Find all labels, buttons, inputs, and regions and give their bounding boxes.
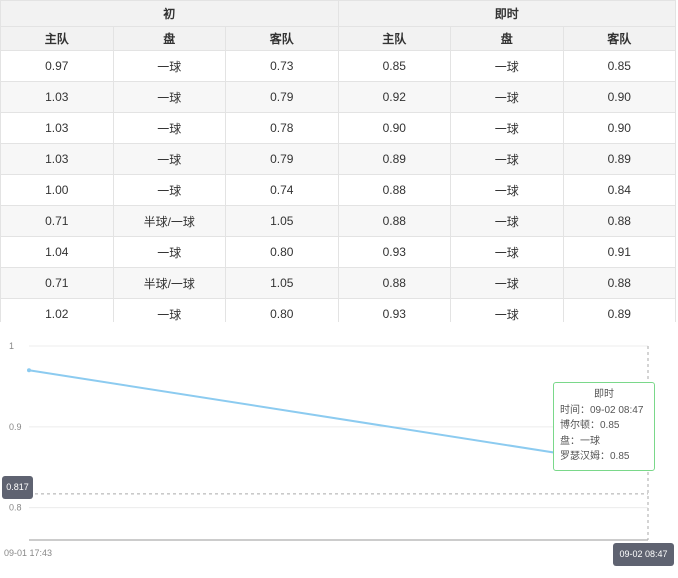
- live-away-odds: 0.84: [562, 174, 676, 206]
- col-away: 客队: [562, 26, 676, 51]
- live-away-odds: 0.85: [562, 50, 676, 82]
- live-home-odds: 0.93: [337, 236, 451, 268]
- tooltip-home: 博尔顿：0.85: [560, 420, 620, 431]
- odds-line-chart[interactable]: 1 0.9 0.8 09-01 17:43 即时 时间：09-02 08:47 博尔顿…: [0, 322, 678, 578]
- table-row: 0.71 半球/一球 1.05 0.88 一球 0.88: [0, 205, 676, 237]
- live-handicap: 一球: [450, 50, 564, 82]
- init-home-odds: 0.71: [0, 267, 114, 299]
- tooltip-time: 时间：09-02 08:47: [560, 404, 644, 416]
- col-home: 主队: [337, 26, 451, 51]
- table-row: 1.03 一球 0.79 0.92 一球 0.90: [0, 81, 676, 113]
- group-header-live: 即时: [337, 0, 676, 27]
- col-away: 客队: [225, 26, 339, 51]
- col-home: 主队: [0, 26, 114, 51]
- live-away-odds: 0.90: [562, 112, 676, 144]
- live-home-odds: 0.88: [337, 205, 451, 237]
- init-handicap: 一球: [112, 236, 226, 268]
- init-away-odds: 0.79: [225, 81, 339, 113]
- y-tick-label: 0.9: [9, 422, 22, 432]
- init-away-odds: 0.80: [225, 298, 339, 322]
- x-tick-label: 09-01 17:43: [4, 548, 52, 558]
- odds-table-container[interactable]: 初 即时 主队 盘 客队 主队 盘 客队 0.97 一球 0.73 0.85 一球 0.8…: [0, 0, 678, 322]
- col-handicap: 盘: [450, 26, 564, 51]
- live-away-odds: 0.90: [562, 81, 676, 113]
- live-away-odds: 0.88: [562, 267, 676, 299]
- live-home-odds: 0.92: [337, 81, 451, 113]
- col-handicap: 盘: [112, 26, 226, 51]
- odds-table-body: 0.97 一球 0.73 0.85 一球 0.85 1.03 一球 0.79 0.92 一球 0.90…: [0, 50, 676, 322]
- init-home-odds: 1.00: [0, 174, 114, 206]
- init-away-odds: 0.74: [225, 174, 339, 206]
- init-away-odds: 1.05: [225, 267, 339, 299]
- tooltip-handicap: 盘：一球: [560, 435, 600, 447]
- init-handicap: 半球/一球: [112, 205, 226, 237]
- init-handicap: 一球: [112, 50, 226, 82]
- init-away-odds: 0.73: [225, 50, 339, 82]
- live-handicap: 一球: [450, 81, 564, 113]
- tooltip-title: 即时: [594, 389, 614, 400]
- init-away-odds: 0.79: [225, 143, 339, 175]
- table-row: 1.04 一球 0.80 0.93 一球 0.91: [0, 236, 676, 268]
- odds-table: 初 即时 主队 盘 客队 主队 盘 客队 0.97 一球 0.73 0.85 一球 0.8…: [0, 0, 676, 322]
- init-handicap: 一球: [112, 174, 226, 206]
- live-handicap: 一球: [450, 236, 564, 268]
- live-home-odds: 0.88: [337, 174, 451, 206]
- init-handicap: 半球/一球: [112, 267, 226, 299]
- y-tick-label: 1: [9, 341, 14, 351]
- y-pointer-label: 0.817: [2, 476, 33, 499]
- live-away-odds: 0.89: [562, 298, 676, 322]
- live-handicap: 一球: [450, 298, 564, 322]
- y-tick-label: 0.8: [9, 503, 22, 513]
- table-row: 0.97 一球 0.73 0.85 一球 0.85: [0, 50, 676, 82]
- live-away-odds: 0.88: [562, 205, 676, 237]
- live-home-odds: 0.85: [337, 50, 451, 82]
- init-away-odds: 1.05: [225, 205, 339, 237]
- table-row: 1.02 一球 0.80 0.93 一球 0.89: [0, 298, 676, 322]
- init-home-odds: 1.03: [0, 143, 114, 175]
- init-home-odds: 1.03: [0, 112, 114, 144]
- data-point: [27, 368, 31, 373]
- live-home-odds: 0.88: [337, 267, 451, 299]
- live-handicap: 一球: [450, 143, 564, 175]
- init-home-odds: 0.97: [0, 50, 114, 82]
- live-home-odds: 0.93: [337, 298, 451, 322]
- table-row: 1.00 一球 0.74 0.88 一球 0.84: [0, 174, 676, 206]
- chart-tooltip: 即时 时间：09-02 08:47 博尔顿：0.85 盘：一球 罗瑟汉姆：0.8…: [553, 382, 655, 471]
- live-home-odds: 0.90: [337, 112, 451, 144]
- init-handicap: 一球: [112, 112, 226, 144]
- live-away-odds: 0.89: [562, 143, 676, 175]
- sub-header-row: 主队 盘 客队 主队 盘 客队: [0, 26, 676, 51]
- group-header-initial: 初: [0, 0, 339, 27]
- live-away-odds: 0.91: [562, 236, 676, 268]
- init-home-odds: 1.04: [0, 236, 114, 268]
- init-handicap: 一球: [112, 143, 226, 175]
- table-row: 1.03 一球 0.78 0.90 一球 0.90: [0, 112, 676, 144]
- live-home-odds: 0.89: [337, 143, 451, 175]
- init-home-odds: 0.71: [0, 205, 114, 237]
- tooltip-away: 罗瑟汉姆：0.85: [560, 451, 630, 462]
- live-handicap: 一球: [450, 205, 564, 237]
- table-row: 0.71 半球/一球 1.05 0.88 一球 0.88: [0, 267, 676, 299]
- init-home-odds: 1.02: [0, 298, 114, 322]
- init-home-odds: 1.03: [0, 81, 114, 113]
- live-handicap: 一球: [450, 174, 564, 206]
- init-handicap: 一球: [112, 298, 226, 322]
- x-pointer-label: 09-02 08:47: [613, 543, 674, 566]
- table-row: 1.03 一球 0.79 0.89 一球 0.89: [0, 143, 676, 175]
- init-handicap: 一球: [112, 81, 226, 113]
- init-away-odds: 0.78: [225, 112, 339, 144]
- init-away-odds: 0.80: [225, 236, 339, 268]
- live-handicap: 一球: [450, 267, 564, 299]
- live-handicap: 一球: [450, 112, 564, 144]
